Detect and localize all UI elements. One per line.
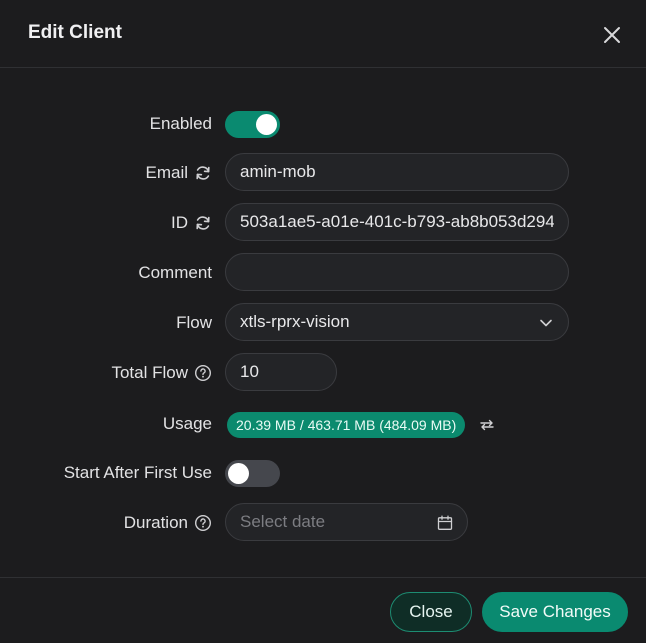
start-after-first-use-label: Start After First Use bbox=[63, 463, 212, 482]
flow-label: Flow bbox=[176, 313, 212, 332]
dialog-footer: Close Save Changes bbox=[0, 577, 646, 643]
duration-row: Duration Select date bbox=[0, 503, 646, 543]
close-button[interactable]: Close bbox=[390, 592, 472, 632]
help-icon[interactable] bbox=[194, 514, 212, 532]
dialog-title: Edit Client bbox=[28, 22, 122, 43]
flow-row: Flow xtls-rprx-vision bbox=[0, 303, 646, 343]
duration-date-picker[interactable]: Select date bbox=[225, 503, 468, 541]
email-label: Email bbox=[145, 153, 212, 193]
id-row: ID 503a1ae5-a01e-401c-b793-ab8b053d2945 bbox=[0, 203, 646, 243]
refresh-icon[interactable] bbox=[194, 164, 212, 182]
start-after-first-use-row: Start After First Use bbox=[0, 453, 646, 493]
chevron-down-icon bbox=[540, 319, 552, 327]
comment-field[interactable] bbox=[225, 253, 569, 291]
enabled-row: Enabled bbox=[0, 104, 646, 144]
comment-row: Comment bbox=[0, 253, 646, 293]
toggle-knob bbox=[256, 114, 277, 135]
close-icon[interactable] bbox=[601, 24, 623, 46]
total-flow-row: Total Flow 10 bbox=[0, 353, 646, 393]
save-changes-button[interactable]: Save Changes bbox=[482, 592, 628, 632]
toggle-knob bbox=[228, 463, 249, 484]
id-field[interactable]: 503a1ae5-a01e-401c-b793-ab8b053d2945 bbox=[225, 203, 569, 241]
usage-badge: 20.39 MB / 463.71 MB (484.09 MB) bbox=[227, 412, 466, 438]
usage-row: Usage 20.39 MB / 463.71 MB (484.09 MB) bbox=[0, 404, 646, 444]
reset-traffic-icon[interactable] bbox=[479, 417, 495, 433]
duration-label: Duration bbox=[124, 503, 212, 543]
email-row: Email amin-mob bbox=[0, 153, 646, 193]
calendar-icon bbox=[437, 515, 453, 530]
id-label: ID bbox=[171, 203, 212, 243]
usage-label: Usage bbox=[162, 414, 212, 433]
flow-select[interactable]: xtls-rprx-vision bbox=[225, 303, 569, 341]
email-field[interactable]: amin-mob bbox=[225, 153, 569, 191]
refresh-icon[interactable] bbox=[194, 214, 212, 232]
enabled-toggle[interactable] bbox=[225, 111, 280, 138]
dialog-header: Edit Client bbox=[0, 0, 646, 68]
comment-label: Comment bbox=[138, 263, 212, 282]
start-after-first-use-toggle[interactable] bbox=[225, 460, 280, 487]
edit-client-dialog: Edit Client Enabled Email amin-mob ID 50… bbox=[0, 0, 646, 642]
total-flow-label: Total Flow bbox=[111, 353, 212, 393]
help-icon[interactable] bbox=[194, 364, 212, 382]
enabled-label: Enabled bbox=[149, 114, 212, 133]
total-flow-field[interactable]: 10 bbox=[225, 353, 337, 391]
